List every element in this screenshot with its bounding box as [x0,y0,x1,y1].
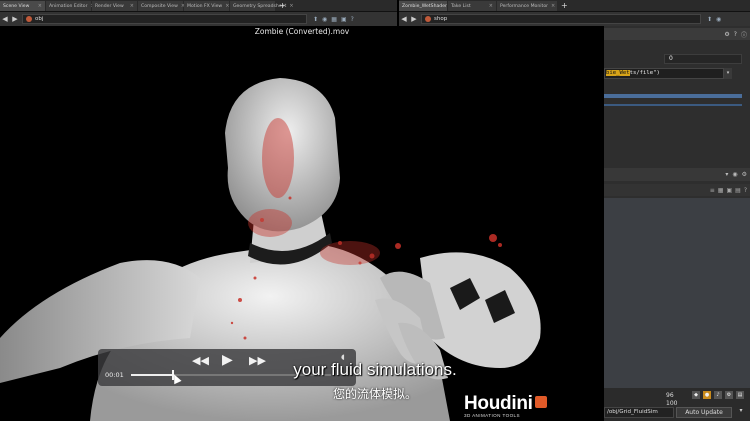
tab-label: Animation Editor [49,3,88,9]
list-icon[interactable]: ≡ [710,187,715,194]
add-tab-icon[interactable]: + [279,1,286,11]
right-path-bar: ◀ ▶ shop ⬆ ◉ [399,12,750,26]
path-text: obj [35,16,44,22]
info-icon[interactable]: ⓘ [741,30,747,39]
tab-zombie-wetshader[interactable]: Zombie_WetShader× [399,1,454,11]
tab-label: Scene View [3,3,30,9]
pin-icon[interactable]: ⬆ [313,16,318,23]
chevron-down-icon[interactable]: ▾ [734,407,748,418]
file-expression-field[interactable]: bie_Wetts/file") [604,68,724,79]
path-text: shop [434,16,448,22]
network-view-toolbar: ≡ ▦ ▣ ▤ ? [604,184,750,196]
right-tab-bar: Zombie_WetShader× Take List× Performance… [399,0,750,12]
grid-icon[interactable]: ▦ [331,16,337,23]
tab-render-view[interactable]: Render View × [92,1,137,11]
pane-tools: ⬆ ◉ [707,16,721,23]
forward-arrow-icon[interactable]: ▶ [409,15,419,23]
help-icon[interactable]: ? [744,187,747,194]
tab-label: Render View [95,3,124,9]
left-tab-bar: Scene View× Animation Editor× Render Vie… [0,0,397,12]
parameter-header: ⚙ ? ⓘ [604,28,750,40]
help-icon[interactable]: ? [734,31,737,38]
tab-motion-fx-view[interactable]: Motion FX View × [184,1,229,11]
tab-take-list[interactable]: Take List × [448,1,496,11]
back-arrow-icon[interactable]: ◀ [399,15,409,23]
tab-scene-view[interactable]: Scene View × [0,1,45,11]
tab-label: Motion FX View [187,3,223,9]
grid-icon[interactable]: ▦ [718,187,724,194]
houdini-swirl-icon [534,396,547,408]
tab-animation-editor[interactable]: Animation Editor× [46,1,95,11]
tab-performance-monitor[interactable]: Performance Monitor × [497,1,557,11]
obj-node-icon [26,16,32,22]
expr-highlight: bie_Wet [606,70,630,76]
close-icon[interactable]: × [489,3,493,9]
houdini-logo: Houdini 3D ANIMATION TOOLS [464,393,547,418]
network-path-field[interactable]: obj [22,14,307,24]
chevron-down-icon[interactable]: ▾ [724,68,732,79]
subtitle-english: your fluid simulations. [293,360,457,379]
tab-label: Performance Monitor [500,3,549,9]
link-icon[interactable]: ◉ [322,16,327,23]
add-tab-icon[interactable]: + [561,1,568,11]
left-path-bar: ◀ ▶ obj ⬆ ◉ ▦ ▣ ? [0,12,397,26]
selection-bar [604,94,742,98]
tab-label: Zombie_WetShader [402,3,447,9]
tab-label: Take List [451,3,471,9]
link-icon[interactable]: ◉ [732,171,737,178]
parameter-value-field[interactable]: 0 [664,54,742,64]
video-window-title: Zombie (Converted).mov [0,26,604,38]
selection-bar-secondary [604,104,742,106]
auto-update-button[interactable]: Auto Update [676,407,732,418]
flag-icon[interactable]: ▣ [341,16,347,23]
logo-tagline: 3D ANIMATION TOOLS [464,413,520,418]
subtitle-chinese: 您的流体模拟。 [332,387,417,401]
forward-arrow-icon[interactable]: ▶ [10,15,20,23]
tab-geometry-spreadsheet[interactable]: Geometry Spreadsheet × [230,1,294,11]
logo-wordmark: Houdini [464,393,533,414]
network-toolbar: ▾ ◉ ⚙ [604,168,750,181]
node-icon[interactable]: ▣ [726,187,732,194]
back-arrow-icon[interactable]: ◀ [0,15,10,23]
close-icon[interactable]: × [551,3,555,9]
pin-icon[interactable]: ⬆ [707,16,712,23]
shop-path-field[interactable]: shop [421,14,701,24]
expr-suffix: ts/file") [629,70,660,76]
viewer-tools: ⬆ ◉ ▦ ▣ ? [313,16,354,23]
tab-label: Composite View [141,3,178,9]
tree-icon[interactable]: ▤ [735,187,741,194]
close-icon[interactable]: × [225,3,229,9]
close-icon[interactable]: × [38,3,42,9]
gear-icon[interactable]: ⚙ [742,171,747,178]
tab-composite-view[interactable]: Composite View × [138,1,185,11]
close-icon[interactable]: × [130,3,134,9]
link-icon[interactable]: ◉ [716,16,721,23]
chevron-down-icon[interactable]: ▾ [725,171,728,178]
close-icon[interactable]: × [289,3,293,9]
node-path-field[interactable]: /obj/Grid_FluidSim [604,407,674,418]
shop-node-icon [425,16,431,22]
help-icon[interactable]: ? [351,16,354,23]
gear-icon[interactable]: ⚙ [724,31,729,38]
